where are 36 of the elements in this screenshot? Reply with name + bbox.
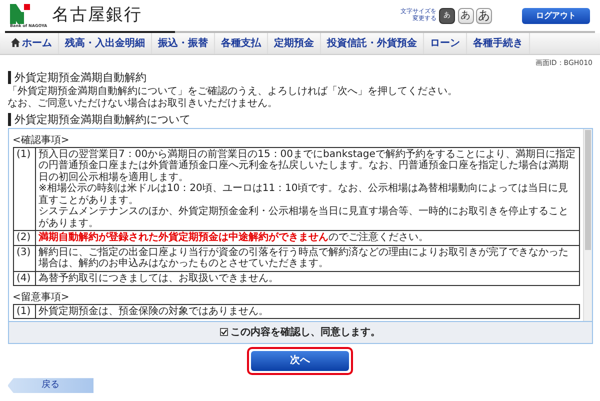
nav-tab[interactable]: 各種手続き bbox=[467, 33, 530, 54]
bank-logo-icon bbox=[10, 4, 30, 24]
nav-tab[interactable]: 残高・入出金明細 bbox=[59, 33, 152, 54]
nav-tab[interactable]: 定期預金 bbox=[268, 33, 321, 54]
section-title: 外貨定期預金満期自動解約について bbox=[8, 112, 592, 126]
back-button[interactable]: 戻る bbox=[8, 378, 94, 394]
item-number: (1) bbox=[13, 147, 35, 231]
scrollbar[interactable] bbox=[582, 129, 592, 322]
terms-heading: <留意事項> bbox=[12, 292, 70, 304]
page-title: 外貨定期預金満期自動解約 bbox=[8, 70, 592, 84]
nav-tab[interactable]: 各種支払 bbox=[215, 33, 268, 54]
checkbox[interactable] bbox=[220, 328, 228, 336]
agree-label[interactable]: この内容を確認し、同意します。 bbox=[230, 327, 380, 338]
item-number: (2) bbox=[13, 230, 35, 246]
nav-tab[interactable]: ローン bbox=[424, 33, 467, 54]
item-number: (4) bbox=[13, 271, 35, 286]
item-text: 為替予約取引につきましては、お取扱いできません。 bbox=[35, 271, 579, 286]
next-button[interactable]: 次へ bbox=[251, 350, 349, 371]
terms-heading: <確認事項> bbox=[12, 135, 70, 147]
bank-name: 名古屋銀行 bbox=[52, 7, 142, 24]
item-number: (3) bbox=[13, 245, 35, 272]
font-size-button[interactable]: あ bbox=[458, 8, 474, 24]
item-text: 解約日に、ご指定の出金口座より当行が資金の引落を行う時点で解約済などの理由によりお取引きが完了できなかった場合は、解約のお申込みはなかったものとさせていただきます。 bbox=[35, 245, 579, 272]
home-icon bbox=[11, 38, 20, 47]
nav-tab[interactable]: 投資信託・外貨預金 bbox=[321, 33, 424, 54]
item-text: 満期自動解約が登録された外貨定期預金は中途解約ができませんのでご注意ください。 bbox=[35, 230, 579, 246]
item-text: 預入日の翌営業日7：00から満期日の前営業日の15：00までにbankstageで解約予約をすることにより、満期日に指定の円普通預金口座または外貨普通預金口座へ元利金を払戻しいたします。なお、円普通預金口座を指定した場合は満期日の初回公示相場を適用します。 ※相場公示の時刻は米ドルは10：20頃、ユーロは11：10頃です。なお、公示相場は為替相場動向によっては当日に見直すことがあります。 システムメンテナンスのほか、外貨定期預金金利・公示相場を当日に見直す場合等、一時的にお取引きを停止することがあります。 bbox=[35, 147, 579, 231]
description-text: 「外貨定期預金満期自動解約について」をご確認のうえ、よろしければ「次へ」を押してください。 bbox=[8, 86, 458, 98]
nav-tab[interactable]: 振込・振替 bbox=[152, 33, 215, 54]
logout-button[interactable]: ログアウト bbox=[522, 8, 590, 24]
terms-scroll-box[interactable] bbox=[8, 128, 592, 322]
item-text: 外貨定期預金は、預金保険の対象ではありません。 bbox=[35, 304, 579, 319]
description-text: なお、ご同意いただけない場合はお取引きいただけません。 bbox=[8, 98, 278, 110]
item-number: (1) bbox=[13, 304, 35, 319]
font-size-button[interactable]: あ bbox=[476, 8, 492, 24]
nav-tab[interactable]: ホーム bbox=[5, 33, 59, 54]
